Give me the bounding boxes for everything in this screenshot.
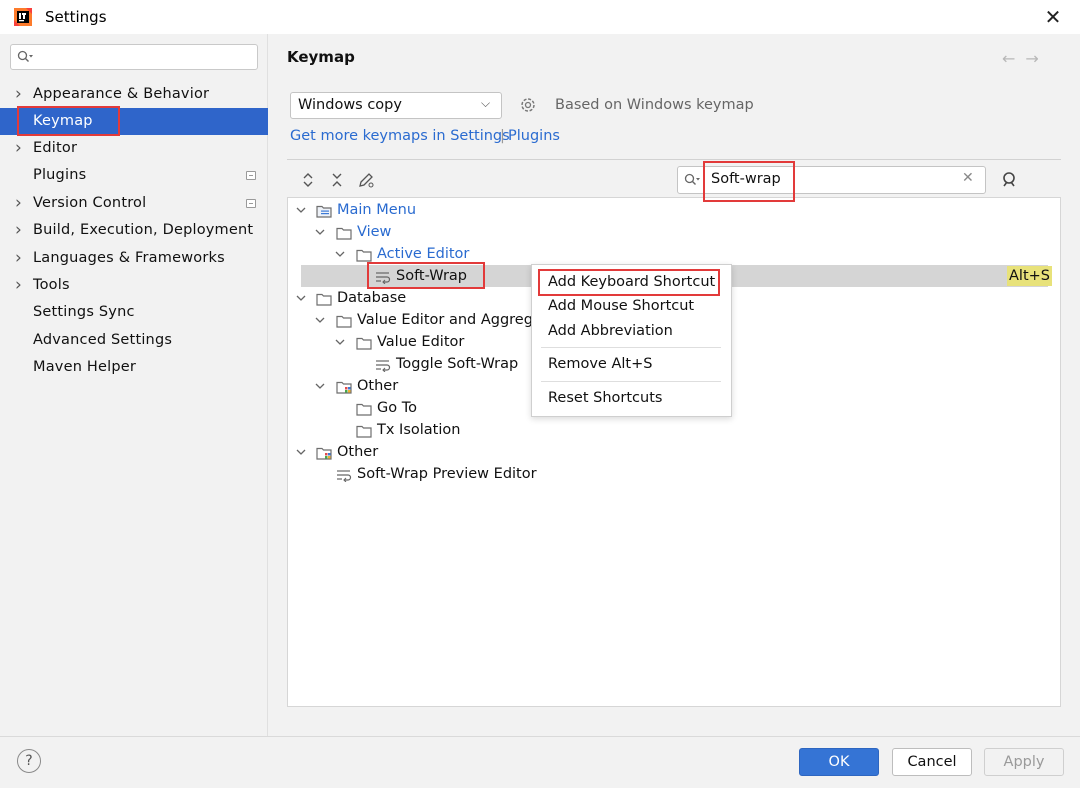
edit-icon[interactable] [357, 171, 375, 189]
folder-icon [356, 335, 372, 350]
menu-folder-icon [316, 203, 332, 218]
sidebar-item-label: Plugins [33, 167, 87, 183]
folder-icon [356, 401, 372, 416]
tree-row[interactable]: Active Editor [0, 243, 1080, 265]
tree-row-label: Value Editor [377, 334, 465, 350]
project-scope-icon [246, 171, 256, 180]
window-title: Settings [45, 8, 107, 26]
intellij-app-icon [14, 8, 32, 26]
menu-item-remove-shortcut[interactable]: Remove Alt+S [548, 356, 652, 372]
collapse-all-icon[interactable] [328, 171, 346, 189]
highlight-soft-wrap [367, 262, 485, 289]
keymap-dropdown-value: Windows copy [298, 97, 402, 113]
tree-row[interactable]: Main Menu [0, 199, 1080, 221]
menu-separator [541, 347, 721, 348]
sidebar-item-editor[interactable]: › Editor [0, 135, 268, 162]
action-icon [336, 467, 352, 483]
more-keymaps-link[interactable]: Get more keymaps in Settings [290, 128, 510, 144]
apply-button[interactable]: Apply [984, 748, 1064, 776]
back-arrow-icon[interactable]: ← [1002, 49, 1025, 68]
folder-icon [336, 225, 352, 240]
sidebar-item-appearance-behavior[interactable]: › Appearance & Behavior [0, 81, 268, 108]
based-on-label: Based on Windows keymap [555, 97, 754, 113]
tree-row-label: Tx Isolation [377, 422, 461, 438]
chevron-down-icon: ⌵ [481, 96, 491, 110]
folder-icon [356, 247, 372, 262]
help-button[interactable]: ? [17, 749, 41, 773]
close-icon[interactable]: ✕ [1040, 4, 1066, 30]
highlight-keymap [17, 106, 120, 136]
highlight-add-keyboard-shortcut [538, 269, 720, 296]
menu-separator [541, 381, 721, 382]
tree-row-label: Soft-Wrap Preview Editor [357, 466, 537, 482]
highlight-search [703, 161, 795, 202]
divider [287, 159, 1061, 160]
menu-item-add-mouse-shortcut[interactable]: Add Mouse Shortcut [548, 298, 694, 314]
tree-row[interactable]: View [0, 221, 1080, 243]
group-folder-icon [316, 445, 332, 460]
group-folder-icon [336, 379, 352, 394]
sidebar-item-plugins[interactable]: Plugins [0, 162, 268, 189]
tree-row[interactable]: Tx Isolation [0, 419, 1080, 441]
search-icon [17, 50, 33, 62]
search-icon [684, 173, 700, 185]
tree-row[interactable]: Other [0, 441, 1080, 463]
plugins-link[interactable]: Plugins [508, 128, 560, 144]
cancel-button[interactable]: Cancel [892, 748, 972, 776]
tree-row-label: View [357, 224, 392, 240]
menu-item-reset-shortcuts[interactable]: Reset Shortcuts [548, 390, 662, 406]
history-arrows[interactable]: ←→ [1002, 49, 1049, 68]
chevron-right-icon: › [15, 138, 22, 158]
find-by-shortcut-icon[interactable] [1000, 170, 1020, 190]
ok-button[interactable]: OK [799, 748, 879, 776]
expand-all-icon[interactable] [299, 171, 317, 189]
tree-row-label: Other [357, 378, 399, 394]
tree-row[interactable]: Soft-Wrap Preview Editor [0, 463, 1080, 485]
menu-item-add-abbreviation[interactable]: Add Abbreviation [548, 323, 673, 339]
tree-row-label: Go To [377, 400, 417, 416]
gear-icon[interactable] [518, 95, 538, 115]
tree-row-label: Main Menu [337, 202, 417, 218]
sidebar-item-label: Appearance & Behavior [33, 86, 210, 102]
action-icon [375, 357, 391, 373]
folder-icon [356, 423, 372, 438]
clear-search-icon[interactable]: ✕ [962, 170, 974, 186]
tree-row-label: Value Editor and Aggregat [357, 312, 548, 328]
tree-row-label: Toggle Soft-Wrap [396, 356, 519, 372]
tree-row-label: Other [337, 444, 379, 460]
forward-arrow-icon[interactable]: → [1025, 49, 1048, 68]
link-separator: | [500, 128, 505, 144]
folder-icon [316, 291, 332, 306]
title-bar [0, 0, 1080, 34]
shortcut-badge: Alt+S [1007, 266, 1052, 286]
sidebar-search-input[interactable] [10, 44, 258, 70]
chevron-right-icon: › [15, 84, 22, 104]
tree-row-label: Database [337, 290, 407, 306]
sidebar-item-label: Editor [33, 140, 78, 156]
page-title: Keymap [287, 48, 355, 66]
folder-icon [336, 313, 352, 328]
